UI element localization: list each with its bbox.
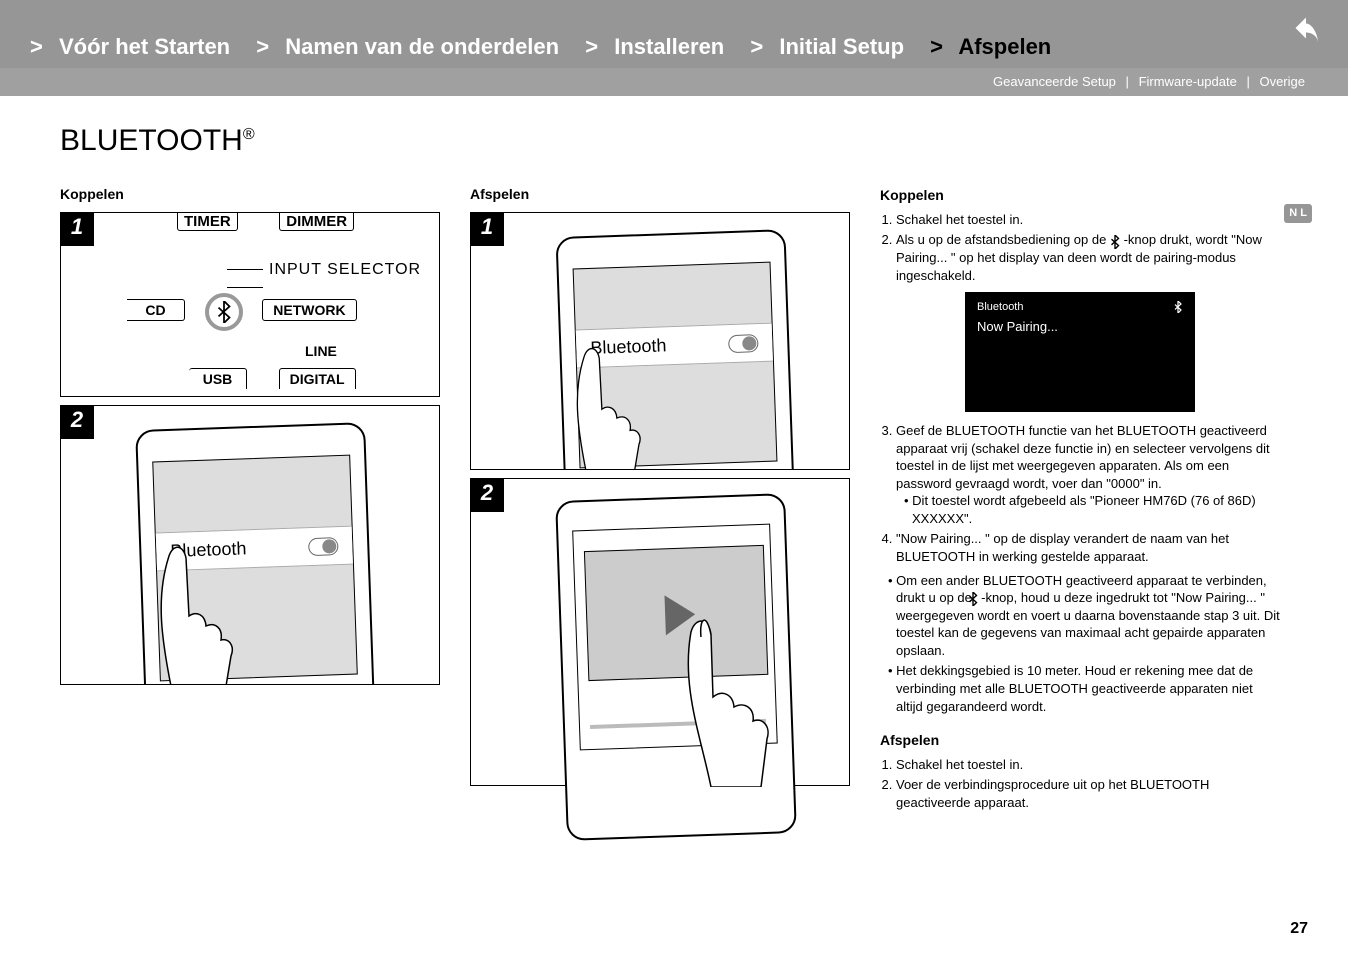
list-item: Als u op de afstandsbediening op de -kno…: [896, 231, 1280, 284]
page-number: 27: [1290, 920, 1308, 938]
bluetooth-icon: [1173, 300, 1183, 318]
language-tab[interactable]: N L: [1284, 204, 1312, 223]
figure-phone-pair: 2 Bluetooth: [60, 405, 440, 685]
sub-nav: Geavanceerde Setup | Firmware-update | O…: [0, 68, 1348, 96]
bluetooth-button: [205, 293, 243, 331]
hand-icon: [101, 516, 241, 685]
step-badge-1b: 1: [470, 212, 504, 246]
bluetooth-icon: [1110, 233, 1120, 249]
subnav-item[interactable]: Overige: [1259, 74, 1305, 89]
heading-afspelen: Afspelen: [880, 731, 1280, 750]
list-item: • Om een ander BLUETOOTH geactiveerd app…: [886, 572, 1280, 660]
breadcrumb: > Vóór het Starten > Namen van de onderd…: [30, 34, 1071, 60]
toggle-icon: [308, 537, 339, 556]
breadcrumb-item-active[interactable]: > Afspelen: [930, 34, 1061, 59]
heading-koppelen: Koppelen: [880, 186, 1280, 205]
input-selector-label: INPUT SELECTOR: [221, 261, 439, 297]
step-badge-2b: 2: [470, 478, 504, 512]
breadcrumb-item[interactable]: > Installeren: [585, 34, 740, 59]
page-title: BLUETOOTH®: [60, 124, 1308, 158]
back-arrow-icon[interactable]: [1288, 16, 1324, 52]
subnav-item[interactable]: Firmware-update: [1139, 74, 1237, 89]
list-item: Geef de BLUETOOTH functie van het BLUETO…: [896, 422, 1280, 527]
bluetooth-icon: [976, 591, 978, 607]
col1-heading: Koppelen: [60, 186, 440, 202]
list-item: Schakel het toestel in.: [896, 756, 1280, 774]
display-status: Now Pairing...: [977, 318, 1183, 336]
hand-icon: [521, 321, 651, 470]
figure-phone-play2: 2: [470, 478, 850, 786]
list-item: • Het dekkingsgebied is 10 meter. Houd e…: [886, 662, 1280, 715]
breadcrumb-item[interactable]: > Namen van de onderdelen: [256, 34, 575, 59]
breadcrumb-item[interactable]: > Vóór het Starten: [30, 34, 246, 59]
figure-remote: 1 TIMER DIMMER INPUT SELECTOR CD NETWORK: [60, 212, 440, 397]
device-display: Bluetooth Now Pairing...: [965, 292, 1195, 412]
list-item: Voer de verbindingsprocedure uit op het …: [896, 776, 1280, 811]
figure-phone-play1: 1 Bluetooth: [470, 212, 850, 470]
subnav-item[interactable]: Geavanceerde Setup: [993, 74, 1116, 89]
list-item: "Now Pairing... " op de display verander…: [896, 530, 1280, 565]
col2-heading: Afspelen: [470, 186, 850, 202]
instructions: Koppelen Schakel het toestel in. Als u o…: [880, 186, 1280, 818]
hand-pointing-icon: [611, 577, 781, 787]
top-bar: > Vóór het Starten > Namen van de onderd…: [0, 0, 1348, 68]
toggle-icon: [728, 334, 759, 353]
list-item: Schakel het toestel in.: [896, 211, 1280, 229]
breadcrumb-item[interactable]: > Initial Setup: [750, 34, 920, 59]
step-badge-1: 1: [60, 212, 94, 246]
step-badge-2: 2: [60, 405, 94, 439]
